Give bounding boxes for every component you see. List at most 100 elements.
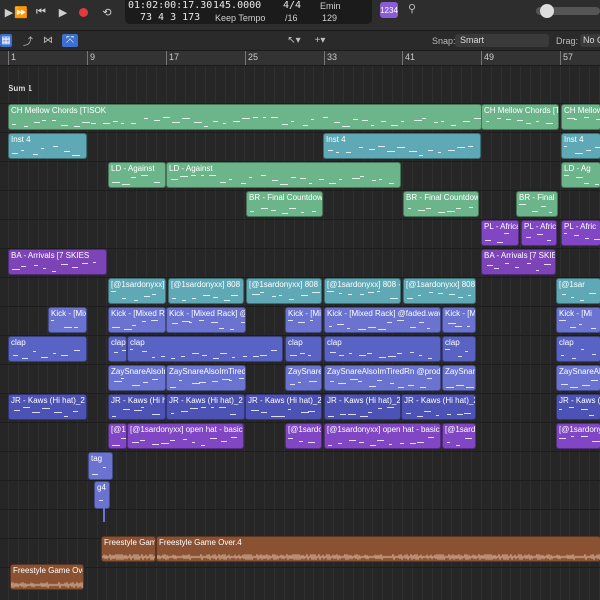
midi-region[interactable]: Inst 4 <box>323 133 481 159</box>
midi-region[interactable]: [@1sardonyxx] 808 - as <box>168 278 244 304</box>
midi-region[interactable]: JR - Kaws (Hi hat)_2 1 <box>401 394 476 420</box>
midi-region[interactable]: LD - Against <box>166 162 401 188</box>
midi-region[interactable]: CH Mellow <box>561 104 600 130</box>
audio-region[interactable]: Freestyle Game Over.1 <box>10 564 84 590</box>
drag-select[interactable]: No O <box>580 34 600 47</box>
midi-region[interactable]: JR - Kaws (Hi hat)_2 1 <box>108 394 166 420</box>
midi-region[interactable]: Kick - [Mi <box>442 307 476 333</box>
midi-region[interactable]: [@1sardonyxx] 808 - as <box>403 278 476 304</box>
audio-region[interactable]: Freestyle Game Over.4 <box>156 536 600 562</box>
pointer-tool-icon[interactable]: ↖▾ <box>284 34 304 47</box>
region-name: [@1sar <box>559 280 585 289</box>
region-name: Inst 4 <box>11 135 31 144</box>
midi-region[interactable]: JR - Kaws (Hi hat)_2 1 <box>166 394 245 420</box>
midi-region[interactable]: [@1sardonyxx] open hat - basic <box>324 423 441 449</box>
master-volume-knob[interactable] <box>540 4 554 18</box>
key-display[interactable]: Emin 129 <box>316 0 372 24</box>
ruler-tick: 9 <box>90 52 96 62</box>
midi-region[interactable]: ZaySnareAlsoImTiredRn <box>108 365 166 391</box>
midi-region[interactable]: clap <box>442 336 476 362</box>
midi-region[interactable]: [@1sardo <box>285 423 322 449</box>
region-name: clap <box>11 338 26 347</box>
midi-region[interactable]: clap <box>127 336 283 362</box>
midi-region[interactable]: JR - Kaws (Hi hat)_2 1 <box>556 394 600 420</box>
midi-region[interactable]: g4 <box>94 481 110 509</box>
midi-region[interactable]: PL - Afric <box>561 220 600 246</box>
pencil-tool-icon[interactable]: +▾ <box>310 34 330 47</box>
rewind-to-start-icon[interactable]: ⏮ <box>34 5 48 19</box>
midi-region[interactable]: clap <box>8 336 87 362</box>
midi-region[interactable]: BA - Arrivals [7 SKIES <box>481 249 556 275</box>
region-name: PL - Afric <box>564 222 597 231</box>
region-name: JR - Kaws (Hi hat)_2 1 <box>11 396 87 405</box>
play-button-icon[interactable]: ▶ <box>56 5 70 19</box>
tracks-area[interactable]: Sum 1 CH Mellow Chords [TISOK CH Mellow C… <box>0 66 600 600</box>
midi-region[interactable]: clap <box>324 336 441 362</box>
cycle-icon[interactable]: ⟲ <box>100 5 114 19</box>
midi-region[interactable]: clap <box>108 336 127 362</box>
midi-region[interactable]: Kick - [Mixed Rack] @faded.wave <box>324 307 441 333</box>
midi-region[interactable]: CH Mellow Chords [TISOK <box>8 104 482 130</box>
midi-region[interactable]: PL - Africa <box>481 220 519 246</box>
automation-line <box>103 500 105 522</box>
midi-region[interactable]: ZaySnareAls <box>556 365 600 391</box>
region-name: clap <box>288 338 303 347</box>
midi-region[interactable]: JR - Kaws (Hi hat)_2 1 <box>8 394 87 420</box>
region-name: ZaySnareAls <box>559 367 600 376</box>
midi-region[interactable]: CH Mellow Chords [Ti <box>481 104 559 130</box>
midi-region[interactable]: Kick - [Mixed Rack] @f <box>166 307 246 333</box>
region-name: LD - Against <box>111 164 155 173</box>
catch-icon[interactable]: ⤧ <box>62 34 78 47</box>
midi-region[interactable]: tag <box>88 452 113 480</box>
midi-region[interactable]: [@1sardo <box>442 423 476 449</box>
midi-region[interactable]: [@1sardonyxx] 8 <box>108 278 166 304</box>
midi-region[interactable]: ZaySnareAlsoImTiredRn <box>166 365 246 391</box>
region-name: ZaySnareAlsoImTiredRn <box>169 367 246 376</box>
midi-region[interactable]: BA - Arrivals [7 SKIES <box>8 249 107 275</box>
midi-region[interactable]: Kick - [Mixed Rac <box>108 307 166 333</box>
midi-region[interactable]: Inst 4 <box>561 133 600 159</box>
snap-select[interactable]: Smart <box>455 34 549 47</box>
midi-region[interactable]: [@1sardonyxx] open h <box>556 423 600 449</box>
midi-region[interactable]: Kick - [Mi <box>285 307 322 333</box>
region-name: Kick - [Mi <box>445 309 476 318</box>
view-icon[interactable]: ▦ <box>0 34 12 47</box>
region-name: CH Mellow <box>564 106 600 115</box>
midi-region[interactable]: [@1sardonyxx] 808 - a <box>246 278 322 304</box>
midi-region[interactable]: BR - Final Countdown <box>403 191 479 217</box>
lcd-display[interactable]: 01:02:00:17.30 73 4 3 173 145.0000 Keep … <box>125 0 330 24</box>
automation-icon[interactable]: ⤴ <box>20 34 36 48</box>
midi-region[interactable]: [@1sardonyxx] 808 - as <box>324 278 401 304</box>
midi-region[interactable]: BR - Final Countdown <box>246 191 323 217</box>
midi-region[interactable]: ZaySnareAlsoImTiredRn @proditswit <box>324 365 441 391</box>
region-name: Freestyle Game Over.4 <box>159 538 242 547</box>
midi-region[interactable]: Kick - [Mi <box>556 307 600 333</box>
flex-icon[interactable]: ⋈ <box>40 34 56 47</box>
fast-forward-icon[interactable]: ⏩ <box>14 5 28 19</box>
midi-region[interactable]: ZaySnare <box>442 365 476 391</box>
midi-region[interactable]: Kick - [Mix <box>48 307 87 333</box>
midi-region[interactable]: clap <box>556 336 600 362</box>
record-button-icon[interactable] <box>76 5 90 19</box>
midi-region[interactable]: [@1sar <box>556 278 600 304</box>
midi-region[interactable]: LD - Against <box>108 162 166 188</box>
midi-region[interactable]: ZaySnare <box>285 365 322 391</box>
tuner-icon[interactable]: ⚲ <box>408 2 422 18</box>
midi-region[interactable]: [@1sardonyxx] open hat - basic <box>127 423 244 449</box>
midi-region[interactable]: JR - Kaws (Hi hat)_2 1 <box>324 394 401 420</box>
midi-region[interactable]: Inst 4 <box>8 133 87 159</box>
region-name: ZaySnareAlsoImTiredRn @proditswit <box>327 367 441 376</box>
midi-region[interactable]: LD - Ag <box>561 162 600 188</box>
midi-region[interactable]: clap <box>285 336 322 362</box>
midi-region[interactable]: JR - Kaws (Hi hat)_2 1 <box>245 394 322 420</box>
midi-region[interactable]: [@1s <box>108 423 127 449</box>
region-name: Kick - [Mi <box>559 309 592 318</box>
region-name: JR - Kaws (Hi hat)_2 1 <box>169 396 245 405</box>
audio-region[interactable]: Freestyle Game Over. <box>101 536 156 562</box>
region-name: CH Mellow Chords [TISOK <box>11 106 107 115</box>
bar-ruler[interactable]: 1 9 17 25 33 41 49 57 <box>0 51 600 66</box>
waveform <box>102 553 155 561</box>
cpu-meter[interactable]: 1234 <box>380 2 398 18</box>
midi-region[interactable]: PL - Afric <box>521 220 557 246</box>
midi-region[interactable]: BR - Final <box>516 191 558 217</box>
